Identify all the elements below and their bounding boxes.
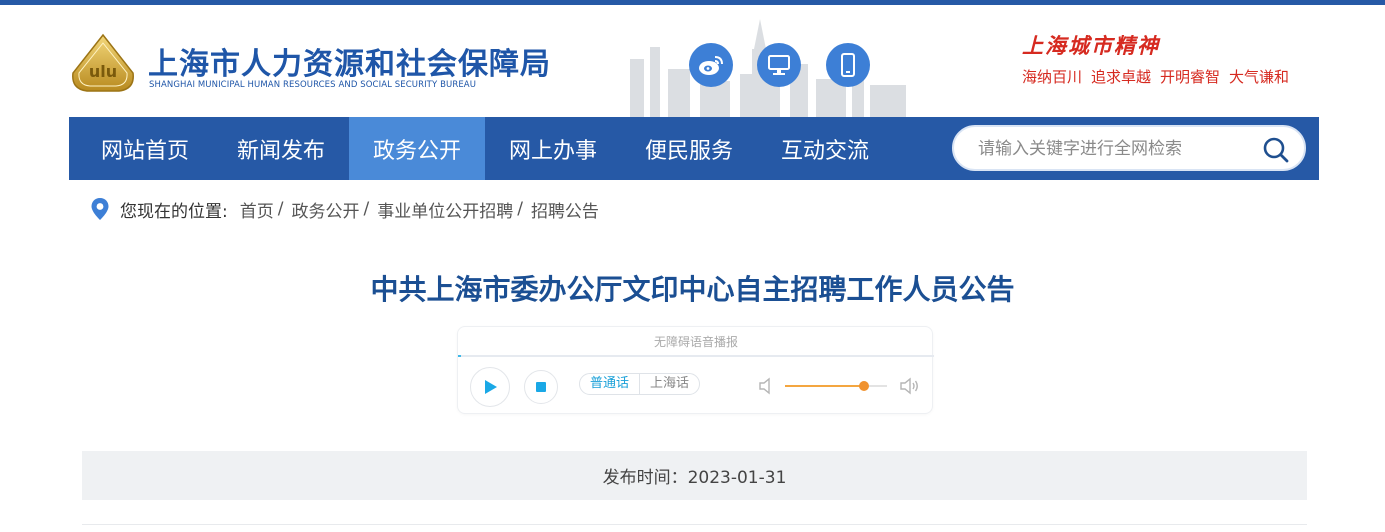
city-spirit-title: 上海城市精神: [1022, 33, 1160, 58]
language-option-mandarin[interactable]: 普通话: [580, 374, 641, 394]
accessible-audio-player: 无障碍语音播报 普通话 上海话: [457, 326, 934, 414]
play-icon: [485, 380, 497, 394]
nav-item-home[interactable]: 网站首页: [77, 117, 213, 180]
player-caption: 无障碍语音播报: [653, 335, 738, 349]
site-subtitle: SHANGHAI MUNICIPAL HUMAN RESOURCES AND S…: [149, 80, 477, 90]
site-header: ulu 上海市人力资源和社会保障局 SHANGHAI MUNICIPAL HUM…: [0, 5, 1385, 117]
site-title[interactable]: 上海市人力资源和社会保障局: [148, 39, 551, 83]
language-option-shanghainese[interactable]: 上海话: [640, 374, 699, 394]
nav-item-government-affairs[interactable]: 政务公开: [349, 117, 485, 180]
desktop-icon: [768, 55, 790, 75]
slogan-item: 海纳百川: [1022, 68, 1083, 86]
search-box: [952, 125, 1306, 171]
breadcrumb: 您现在的位置: 首页 / 政务公开 / 事业单位公开招聘 / 招聘公告: [90, 197, 599, 222]
article-meta-bar: 发布时间：2023-01-31: [82, 451, 1307, 500]
slogan-item: 大气谦和: [1229, 68, 1290, 86]
location-pin-icon: [91, 198, 109, 220]
nav-item-online-services[interactable]: 网上办事: [485, 117, 621, 180]
stop-button[interactable]: [524, 370, 558, 404]
publish-time: 发布时间：2023-01-31: [602, 468, 787, 488]
nav-item-news[interactable]: 新闻发布: [213, 117, 349, 180]
city-spirit-slogans: 海纳百川 追求卓越 开明睿智 大气谦和: [1022, 66, 1289, 87]
breadcrumb-public-recruitment[interactable]: 事业单位公开招聘: [377, 197, 513, 222]
breadcrumb-label: 您现在的位置:: [120, 201, 228, 222]
play-button[interactable]: [470, 367, 510, 407]
bureau-emblem-icon[interactable]: ulu: [69, 33, 137, 95]
breadcrumb-separator: /: [363, 199, 370, 219]
desktop-site-button[interactable]: [757, 43, 801, 87]
breadcrumb-home[interactable]: 首页: [240, 197, 274, 222]
search-input[interactable]: [978, 137, 1248, 161]
breadcrumb-separator: /: [277, 199, 284, 219]
volume-slider-fill: [785, 385, 864, 387]
stop-icon: [536, 382, 546, 392]
emblem-text: ulu: [89, 62, 117, 81]
volume-slider-handle[interactable]: [859, 381, 869, 391]
volume-high-icon[interactable]: [899, 377, 919, 395]
divider: [82, 524, 1307, 525]
mobile-icon: [841, 53, 855, 77]
slogan-item: 追求卓越: [1091, 68, 1152, 86]
nav-item-interaction[interactable]: 互动交流: [757, 117, 893, 180]
breadcrumb-government-affairs[interactable]: 政务公开: [291, 197, 359, 222]
breadcrumb-separator: /: [517, 199, 523, 219]
search-icon[interactable]: [1262, 136, 1290, 164]
slogan-item: 开明睿智: [1160, 68, 1221, 86]
weibo-icon: [699, 56, 723, 75]
breadcrumb-recruitment-notice[interactable]: 招聘公告: [531, 197, 599, 222]
volume-slider[interactable]: [785, 381, 887, 391]
weibo-button[interactable]: [689, 43, 733, 87]
main-nav: 网站首页 新闻发布 政务公开 网上办事 便民服务 互动交流: [69, 117, 1319, 180]
playback-progress-bar[interactable]: [458, 355, 934, 357]
volume-low-icon[interactable]: [758, 377, 774, 395]
nav-item-public-services[interactable]: 便民服务: [621, 117, 757, 180]
language-switch: 普通话 上海话: [579, 373, 701, 395]
mobile-site-button[interactable]: [826, 43, 870, 87]
article-title: 中共上海市委办公厅文印中心自主招聘工作人员公告: [370, 273, 1015, 306]
